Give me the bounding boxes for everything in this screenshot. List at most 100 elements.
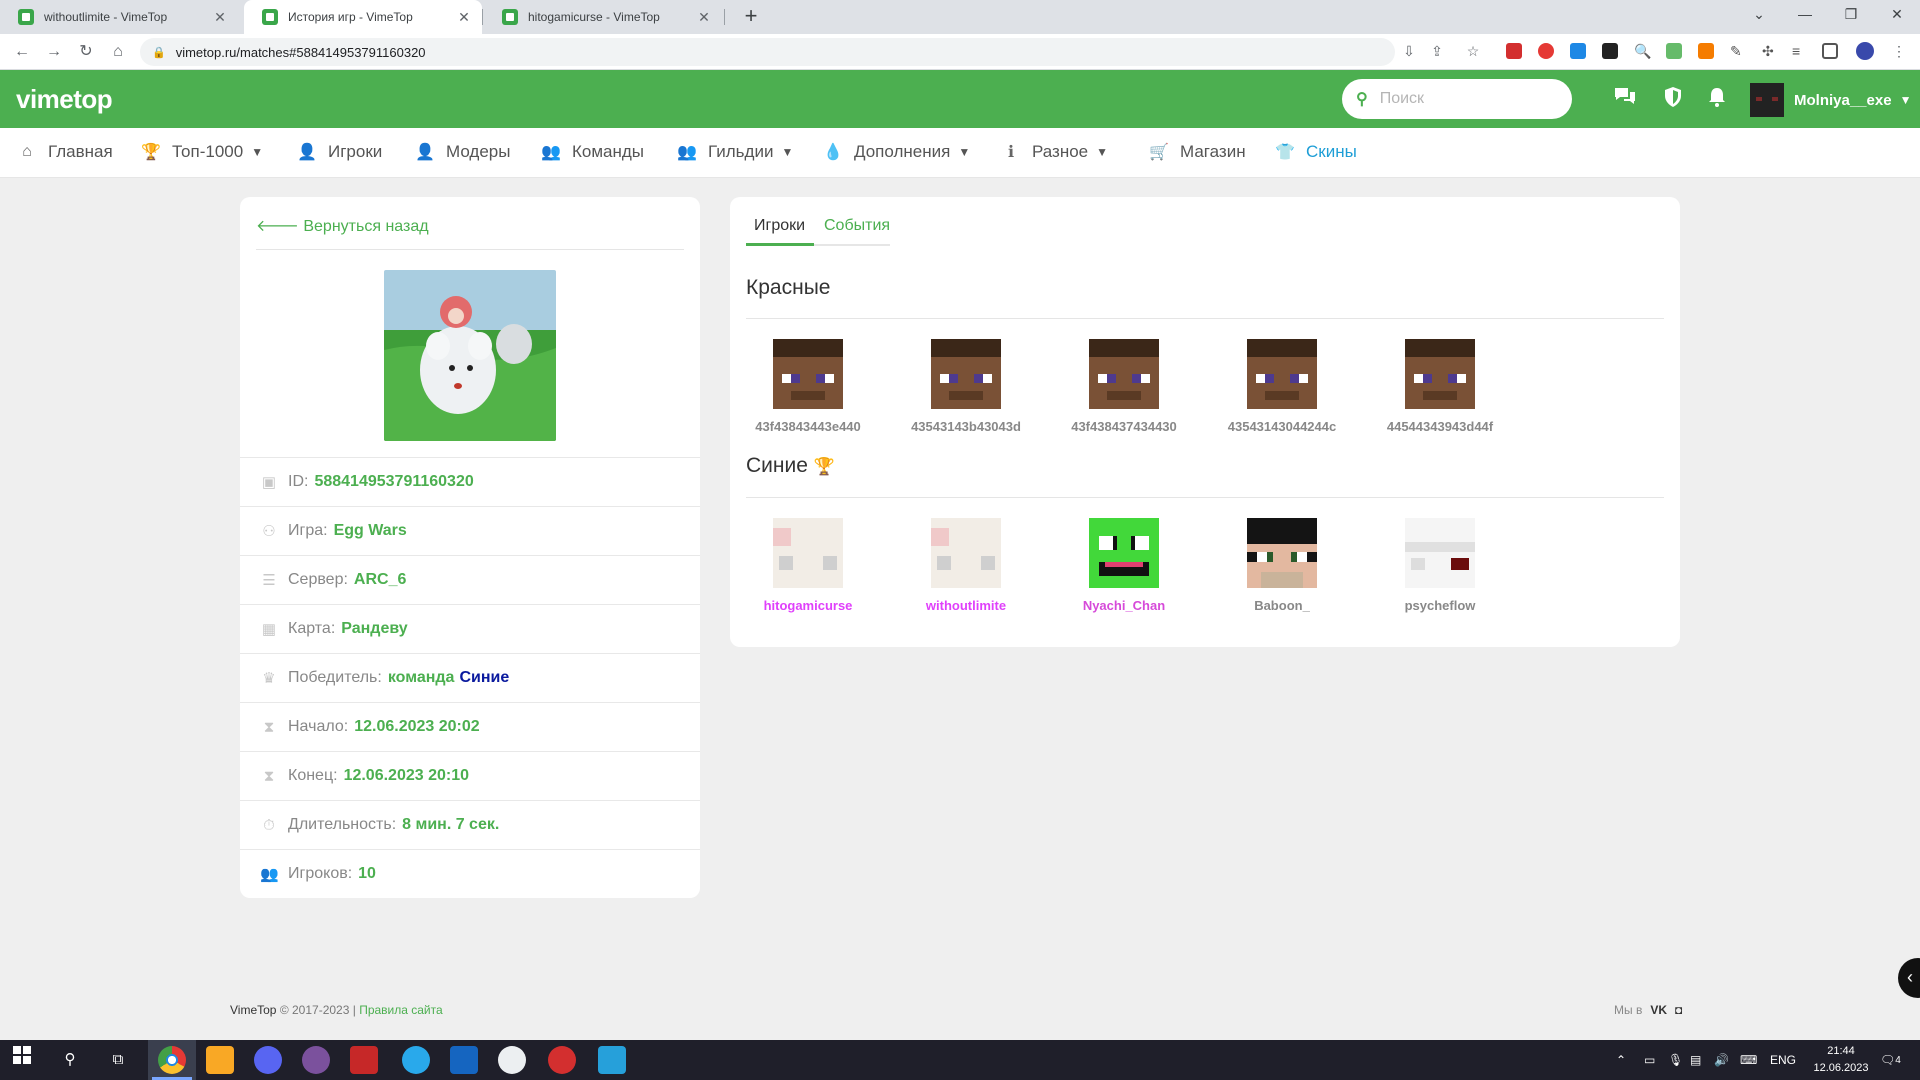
clock-date: 12.06.2023 xyxy=(1813,1062,1869,1074)
nav-item-guilds[interactable]: 👥 Гильдии ▼ xyxy=(676,142,793,162)
nav-item-addons[interactable]: 💧 Дополнения ▼ xyxy=(822,142,970,162)
restore-button[interactable]: ❐ xyxy=(1828,0,1874,30)
forward-arrow-icon[interactable]: → xyxy=(42,40,66,64)
nav-item-top1000[interactable]: 🏆 Топ-1000 ▼ xyxy=(140,142,263,162)
metamask-icon[interactable] xyxy=(1698,43,1714,59)
pen-extension-icon[interactable]: ✎ xyxy=(1730,43,1746,59)
share-icon[interactable]: ⇪ xyxy=(1428,42,1446,60)
tray-chevron-up-icon[interactable]: ⌃ xyxy=(1616,1040,1626,1080)
team-blue-title: Синие 🏆 xyxy=(746,454,835,478)
microphone-icon[interactable]: 🎙 xyxy=(1668,1040,1683,1080)
youtube-icon[interactable] xyxy=(548,1046,576,1074)
browser-tab-active[interactable]: История игр - VimeTop ✕ xyxy=(244,0,482,34)
home-icon[interactable]: ⌂ xyxy=(106,40,130,64)
vimeworld-icon[interactable] xyxy=(598,1046,626,1074)
player-card[interactable]: 43f43843443e440 xyxy=(733,339,883,434)
tray-device-icon[interactable]: ▭ xyxy=(1644,1040,1655,1080)
task-view-icon[interactable]: ⧉ xyxy=(104,1046,132,1074)
row-label: Игроков: xyxy=(288,865,353,882)
nav-label: Модеры xyxy=(446,142,511,161)
menu-dots-icon[interactable]: ⋮ xyxy=(1890,42,1908,60)
nav-item-moders[interactable]: 👤 Модеры xyxy=(414,142,510,162)
install-icon[interactable]: ⇩ xyxy=(1400,42,1418,60)
tab-events[interactable]: События xyxy=(824,217,890,235)
extension-icon[interactable] xyxy=(1602,43,1618,59)
game-icon[interactable] xyxy=(350,1046,378,1074)
language-indicator[interactable]: ENG xyxy=(1770,1040,1796,1080)
vk-icon[interactable]: VK xyxy=(1650,1003,1667,1017)
user-menu[interactable]: Molniya__exe ▼ xyxy=(1750,83,1911,117)
folder-icon[interactable] xyxy=(206,1046,234,1074)
photos-icon[interactable] xyxy=(450,1046,478,1074)
close-tab-icon[interactable]: ✕ xyxy=(212,9,228,26)
reload-icon[interactable]: ↻ xyxy=(74,40,98,64)
back-link[interactable]: 🡐 Вернуться назад xyxy=(256,215,429,236)
new-tab-button[interactable]: + xyxy=(738,4,764,30)
search-box[interactable]: ⚲ xyxy=(1342,79,1572,119)
nav-item-misc[interactable]: ℹ Разное ▼ xyxy=(1000,142,1108,162)
minimize-button[interactable]: — xyxy=(1782,0,1828,30)
bookmark-star-icon[interactable]: ☆ xyxy=(1464,42,1482,60)
nav-item-teams[interactable]: 👥 Команды xyxy=(540,142,644,162)
volume-icon[interactable]: 🔊 xyxy=(1714,1040,1729,1080)
close-tab-icon[interactable]: ✕ xyxy=(696,9,712,26)
player-card[interactable]: withoutlimite xyxy=(891,518,1041,613)
close-window-button[interactable]: ✕ xyxy=(1874,0,1920,30)
scroll-toggle-button[interactable]: ‹ xyxy=(1898,958,1920,998)
windows-start-icon[interactable] xyxy=(8,1046,36,1074)
reading-list-icon[interactable]: ≡ xyxy=(1792,43,1808,59)
viber-icon[interactable] xyxy=(302,1046,330,1074)
profile-avatar[interactable] xyxy=(1856,42,1874,60)
rules-link[interactable]: Правила сайта xyxy=(359,1003,442,1017)
player-card[interactable]: hitogamicurse xyxy=(733,518,883,613)
row-label: Карта: xyxy=(288,620,336,637)
address-bar[interactable]: 🔒 vimetop.ru/matches#588414953791160320 xyxy=(140,38,1395,66)
chevron-down-icon: ▼ xyxy=(251,145,264,159)
zoom-extension-icon[interactable]: 🔍 xyxy=(1634,43,1651,59)
trophy-icon: 🏆 xyxy=(141,144,161,161)
clock[interactable]: 21:44 12.06.2023 xyxy=(1808,1043,1874,1077)
discord-icon[interactable] xyxy=(254,1046,282,1074)
player-name: 43543143b43043d xyxy=(911,419,1021,434)
player-card[interactable]: 43f438437434430 xyxy=(1049,339,1199,434)
bell-icon[interactable] xyxy=(1704,86,1730,112)
browser-tab[interactable]: hitogamicurse - VimeTop ✕ xyxy=(484,0,722,34)
player-card[interactable]: 43543143044244c xyxy=(1207,339,1357,434)
tab-players[interactable]: Игроки xyxy=(754,217,805,235)
nav-item-shop[interactable]: 🛒 Магазин xyxy=(1148,142,1246,162)
chat-icon[interactable] xyxy=(1612,86,1638,112)
search-icon[interactable]: ⚲ xyxy=(56,1046,84,1074)
nav-item-home[interactable]: ⌂ Главная xyxy=(16,142,113,162)
close-tab-icon[interactable]: ✕ xyxy=(456,9,472,26)
back-arrow-icon[interactable]: ← xyxy=(10,40,34,64)
footer-social: Мы в VK ◘ xyxy=(1614,1003,1682,1017)
extension-icon[interactable] xyxy=(1666,43,1682,59)
search-input[interactable] xyxy=(1379,90,1540,108)
player-card[interactable]: psycheflow xyxy=(1365,518,1515,613)
team-red-title: Красные xyxy=(746,276,831,299)
keyboard-icon[interactable]: ⌨ xyxy=(1740,1040,1757,1080)
player-card[interactable]: Baboon_ xyxy=(1207,518,1357,613)
network-icon[interactable]: ▤ xyxy=(1690,1040,1701,1080)
match-map-row: ▦ Карта: Рандеву xyxy=(240,604,700,653)
extension-icon[interactable] xyxy=(1506,43,1522,59)
player-card[interactable]: 43543143b43043d xyxy=(891,339,1041,434)
new-extension-icon[interactable] xyxy=(1570,43,1586,59)
notifications-icon[interactable]: 🗨 4 xyxy=(1880,1040,1901,1080)
player-head-avatar xyxy=(1089,339,1159,409)
discord-icon[interactable]: ◘ xyxy=(1675,1003,1682,1017)
side-panel-icon[interactable] xyxy=(1822,43,1838,59)
nav-item-players[interactable]: 👤 Игроки xyxy=(296,142,382,162)
shield-icon[interactable] xyxy=(1660,86,1686,112)
chrome-icon[interactable] xyxy=(158,1046,186,1074)
player-card[interactable]: Nyachi_Chan xyxy=(1049,518,1199,613)
opera-extension-icon[interactable] xyxy=(1538,43,1554,59)
telegram-icon[interactable] xyxy=(402,1046,430,1074)
mouse-app-icon[interactable] xyxy=(498,1046,526,1074)
tab-search-icon[interactable]: ⌄ xyxy=(1736,0,1782,30)
site-logo[interactable]: vimetop xyxy=(16,84,113,115)
puzzle-extensions-icon[interactable]: ✣ xyxy=(1762,43,1778,59)
browser-tab[interactable]: withoutlimite - VimeTop ✕ xyxy=(0,0,238,34)
nav-item-skins[interactable]: 👕 Скины xyxy=(1274,142,1357,162)
player-card[interactable]: 44544343943d44f xyxy=(1365,339,1515,434)
